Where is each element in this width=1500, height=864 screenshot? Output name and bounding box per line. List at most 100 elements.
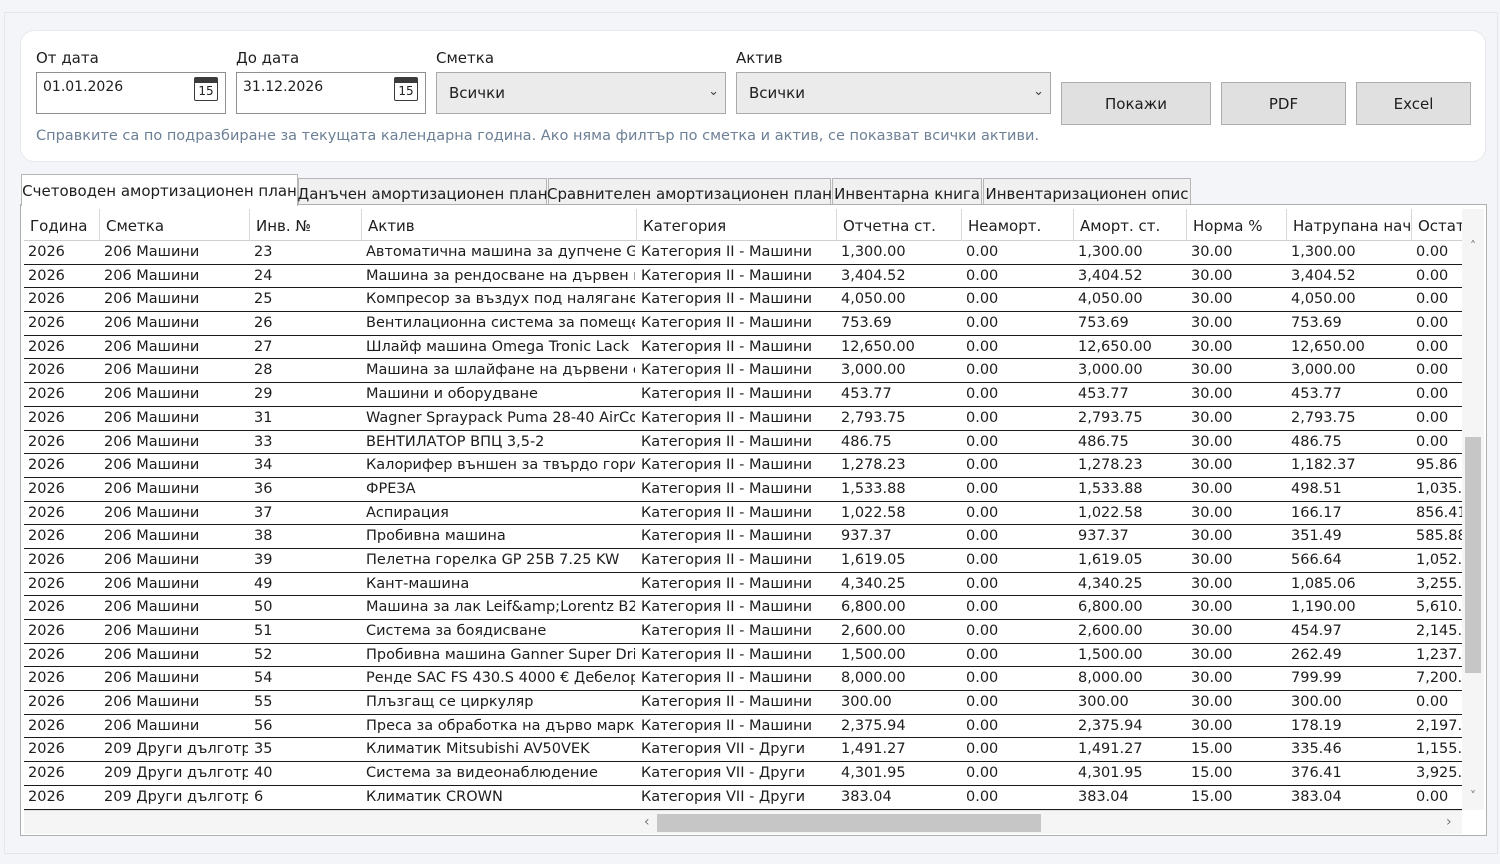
scroll-left-icon[interactable]: ‹	[644, 814, 650, 830]
cell-inv-no: 34	[254, 457, 273, 474]
scroll-down-icon[interactable]: ˅	[1462, 789, 1484, 803]
table-row[interactable]: 2026 206 Машини 33 ВЕНТИЛАТОР ВПЦ 3,5-2 Кате…	[24, 431, 1462, 455]
cell-accumulated: 351.49	[1291, 528, 1342, 545]
cell-accumulated: 453.77	[1291, 386, 1342, 403]
cell-accumulated: 498.51	[1291, 480, 1342, 497]
table-row[interactable]: 2026 209 Други дълготрайни 40 Система за ви…	[24, 762, 1462, 786]
cell-book-value: 4,301.95	[841, 765, 906, 782]
table-row[interactable]: 2026 206 Машини 27 Шлайф машина Omega Troni…	[24, 336, 1462, 360]
account-select[interactable]: Всички ⌄	[436, 72, 726, 114]
cell-category: Категория II - Машини	[641, 599, 812, 616]
cell-accumulated: 753.69	[1291, 315, 1342, 332]
cell-amort-value: 4,050.00	[1078, 291, 1143, 308]
to-date-input[interactable]: 31.12.2026 15	[236, 72, 426, 114]
table-row[interactable]: 2026 206 Машини 54 Ренде SAC FS 430.S 4000 …	[24, 667, 1462, 692]
horizontal-scroll-thumb[interactable]	[657, 814, 1041, 832]
cell-category: Категория VII - Други	[641, 788, 806, 805]
column-header-inv-no[interactable]: Инв. №	[250, 209, 362, 241]
cell-asset: Плъзгащ се циркуляр	[366, 694, 534, 711]
cell-inv-no: 6	[254, 788, 264, 805]
cell-book-value: 6,800.00	[841, 599, 906, 616]
cell-category: Категория II - Машини	[641, 244, 812, 260]
table-row[interactable]: 2026 206 Машини 50 Машина за лак Leif&amp;L…	[24, 596, 1462, 620]
cell-year: 2026	[28, 267, 65, 284]
cell-remaining: 1,035.37	[1416, 480, 1462, 497]
column-header-category[interactable]: Категория	[637, 209, 837, 241]
cell-amort-value: 383.04	[1078, 788, 1129, 805]
scroll-up-icon[interactable]: ˄	[1462, 239, 1484, 253]
column-header-remaining[interactable]: Остат	[1412, 209, 1462, 241]
cell-non-amort: 0.00	[966, 433, 999, 450]
table-row[interactable]: 2026 206 Машини 52 Пробивна машина Ganner S…	[24, 644, 1462, 668]
vertical-scrollbar[interactable]: ˄ ˅	[1462, 209, 1484, 810]
cell-amort-value: 1,022.58	[1078, 504, 1143, 521]
asset-select-value: Всички	[749, 84, 805, 102]
cell-rate: 30.00	[1191, 386, 1233, 403]
table-row[interactable]: 2026 206 Машини 28 Машина за шлайфане на дъ…	[24, 359, 1462, 384]
table-row[interactable]: 2026 206 Машини 55 Плъзгащ се циркуляр Катег…	[24, 691, 1462, 715]
cell-asset: Пробивна машина Ganner Super Drill	[366, 646, 635, 663]
cell-book-value: 453.77	[841, 386, 892, 403]
cell-book-value: 753.69	[841, 315, 892, 332]
table-row[interactable]: 2026 206 Машини 23 Автоматична машина за ду…	[24, 241, 1462, 265]
cell-year: 2026	[28, 551, 65, 568]
cell-inv-no: 25	[254, 291, 273, 308]
table-row[interactable]: 2026 206 Машини 51 Система за боядисване Кат…	[24, 620, 1462, 644]
show-button[interactable]: Покажи	[1061, 82, 1211, 125]
table-row[interactable]: 2026 206 Машини 26 Вентилационна система за…	[24, 312, 1462, 336]
table-row[interactable]: 2026 206 Машини 39 Пелетна горелка GP 25B 7…	[24, 549, 1462, 573]
cell-asset: Климатик Mitsubishi AV50VEK	[366, 741, 590, 758]
tab-accounting-plan[interactable]: Счетоводен амортизационен план	[21, 174, 298, 206]
table-row[interactable]: 2026 206 Машини 29 Машини и оборудване Катег…	[24, 383, 1462, 407]
table-row[interactable]: 2026 206 Машини 38 Пробивна машина Категория…	[24, 525, 1462, 549]
calendar-icon[interactable]: 15	[394, 77, 418, 101]
cell-year: 2026	[28, 623, 65, 639]
table-row[interactable]: 2026 206 Машини 36 ФРЕЗА Категория II - Маши…	[24, 478, 1462, 502]
scroll-right-icon[interactable]: ›	[1446, 814, 1452, 830]
table-row[interactable]: 2026 206 Машини 31 Wagner Spraypack Puma 28…	[24, 407, 1462, 431]
cell-asset: Автоматична машина за дупчене Ganner	[366, 244, 635, 260]
horizontal-scrollbar[interactable]: ‹ ›	[24, 810, 1462, 834]
cell-remaining: 95.86	[1416, 457, 1458, 474]
cell-amort-value: 1,300.00	[1078, 244, 1143, 260]
table-row[interactable]: 2026 206 Машини 25 Компресор за въздух под …	[24, 288, 1462, 313]
column-header-account[interactable]: Сметка	[100, 209, 250, 241]
table-row[interactable]: 2026 209 Други дълготрайни 6 Климатик CROWN…	[24, 786, 1462, 810]
cell-non-amort: 0.00	[966, 670, 999, 687]
cell-book-value: 1,300.00	[841, 244, 906, 260]
cell-account: 209 Други дълготрайни	[104, 741, 248, 758]
cell-remaining: 0.00	[1416, 362, 1449, 379]
cell-non-amort: 0.00	[966, 551, 999, 568]
asset-select[interactable]: Всички ⌄	[736, 72, 1051, 114]
from-date-input[interactable]: 01.01.2026 15	[36, 72, 226, 114]
cell-rate: 30.00	[1191, 291, 1233, 308]
column-header-book-value[interactable]: Отчетна ст.	[837, 209, 962, 241]
table-row[interactable]: 2026 206 Машини 24 Машина за рендосване на …	[24, 265, 1462, 289]
excel-button[interactable]: Excel	[1356, 82, 1471, 125]
cell-non-amort: 0.00	[966, 362, 999, 379]
cell-account: 206 Машини	[104, 551, 200, 568]
cell-account: 206 Машини	[104, 244, 200, 260]
cell-year: 2026	[28, 504, 65, 521]
table-row[interactable]: 2026 206 Машини 34 Калорифер външен за твър…	[24, 454, 1462, 478]
from-date-label: От дата	[36, 49, 99, 67]
to-date-value: 31.12.2026	[243, 79, 324, 95]
calendar-icon[interactable]: 15	[194, 77, 218, 101]
table-row[interactable]: 2026 206 Машини 37 Аспирация Категория II - …	[24, 502, 1462, 526]
data-grid[interactable]: Година Сметка Инв. № Актив Категория Отчетна …	[24, 209, 1462, 810]
column-header-amort-value[interactable]: Аморт. ст.	[1074, 209, 1187, 241]
table-row[interactable]: 2026 206 Машини 49 Кант-машина Категория II …	[24, 573, 1462, 597]
cell-category: Категория II - Машини	[641, 362, 812, 379]
pdf-button[interactable]: PDF	[1221, 82, 1346, 125]
table-row[interactable]: 2026 206 Машини 56 Преса за обработка на дъ…	[24, 715, 1462, 739]
table-row[interactable]: 2026 209 Други дълготрайни 35 Климатик Mits…	[24, 738, 1462, 763]
cell-year: 2026	[28, 528, 65, 545]
column-header-asset[interactable]: Актив	[362, 209, 637, 241]
column-header-accumulated[interactable]: Натрупана нач.	[1287, 209, 1412, 241]
vertical-scroll-thumb[interactable]	[1465, 437, 1481, 673]
cell-asset: Компресор за въздух под налягане	[366, 291, 635, 308]
cell-rate: 30.00	[1191, 717, 1233, 734]
column-header-non-amort[interactable]: Неаморт.	[962, 209, 1074, 241]
column-header-year[interactable]: Година	[24, 209, 100, 241]
column-header-rate[interactable]: Норма %	[1187, 209, 1287, 241]
